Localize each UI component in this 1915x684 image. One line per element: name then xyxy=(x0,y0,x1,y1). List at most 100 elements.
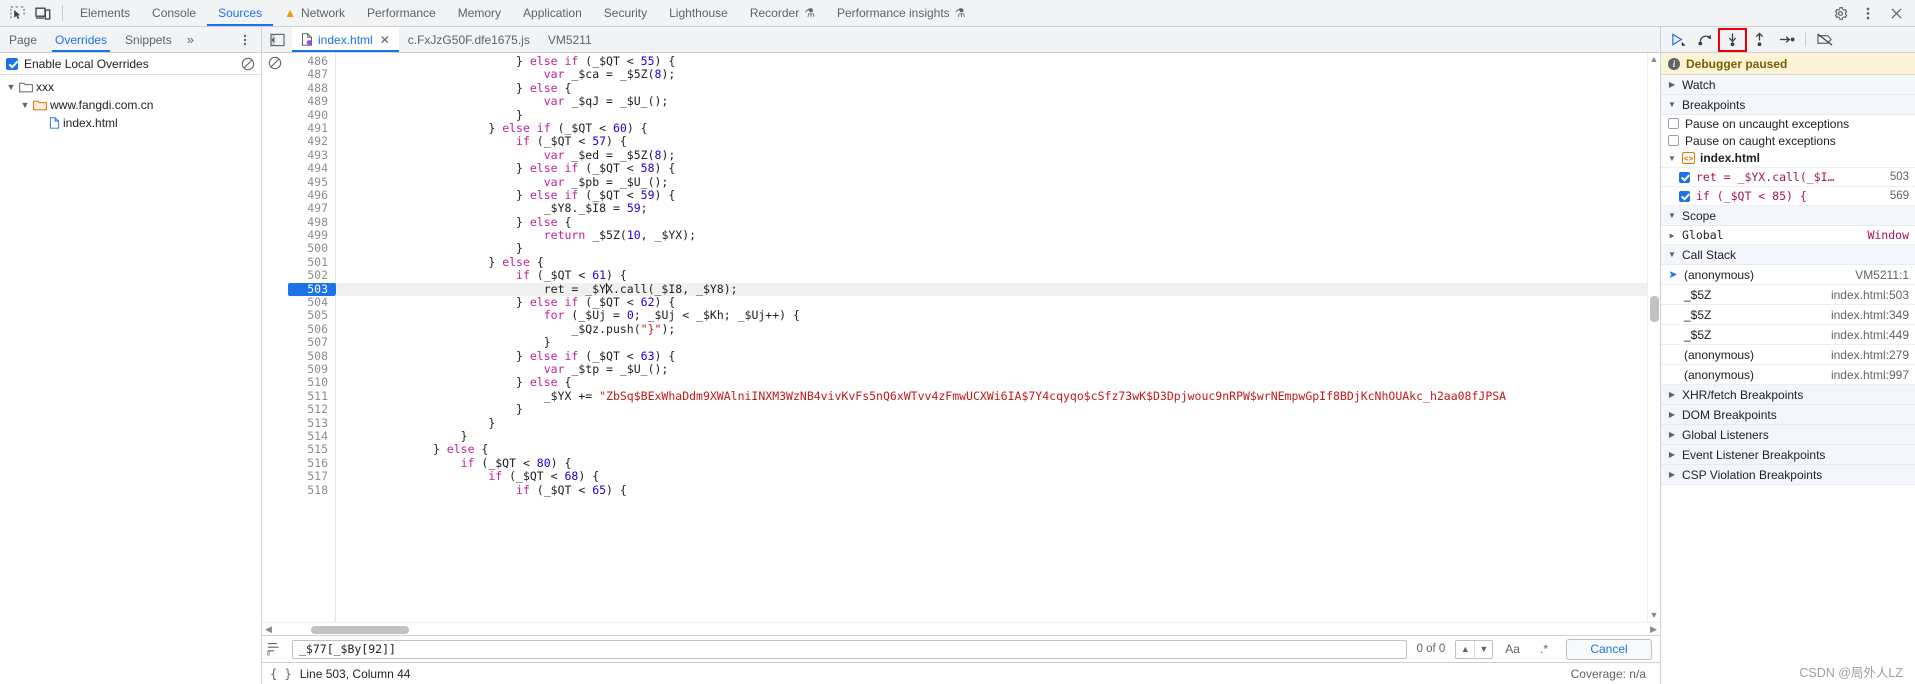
three-dots-vertical-icon[interactable] xyxy=(1855,1,1881,25)
code-content[interactable]: } else if (_$QT < 55) { var _$ca = _$5Z(… xyxy=(336,53,1647,622)
code-line[interactable]: } else { xyxy=(336,81,1647,95)
code-line[interactable]: var _$tp = _$U_(); xyxy=(336,362,1647,376)
no-entry-icon[interactable] xyxy=(268,56,282,622)
code-line[interactable]: } xyxy=(336,416,1647,430)
search-input[interactable] xyxy=(292,639,1407,659)
line-number[interactable]: 496 xyxy=(288,188,335,202)
clear-overrides-icon[interactable] xyxy=(241,57,255,71)
tree-node-www-fangdi[interactable]: ▼ www.fangdi.com.cn xyxy=(0,96,261,114)
nav-tab-snippets[interactable]: Snippets xyxy=(116,27,181,52)
nav-tab-page[interactable]: Page xyxy=(0,27,46,52)
code-line[interactable]: if (_$QT < 65) { xyxy=(336,483,1647,497)
line-number[interactable]: 515 xyxy=(288,442,335,456)
gear-icon[interactable] xyxy=(1827,1,1853,25)
code-line[interactable]: } xyxy=(336,336,1647,349)
tab-memory[interactable]: Memory xyxy=(447,0,512,26)
line-number[interactable]: 491 xyxy=(288,121,335,135)
scroll-down-arrow-icon[interactable]: ▼ xyxy=(1648,609,1660,622)
tab-network[interactable]: ▲ Network xyxy=(273,0,356,26)
step-over-icon[interactable] xyxy=(1692,29,1719,51)
cancel-button[interactable]: Cancel xyxy=(1566,638,1652,660)
breakpoint-gutter[interactable] xyxy=(262,53,288,622)
section-watch[interactable]: ▶ Watch xyxy=(1661,75,1915,95)
show-navigator-icon[interactable] xyxy=(262,27,292,52)
triangle-right-icon[interactable]: ▶ xyxy=(1667,80,1677,89)
editor-tab-index-html[interactable]: index.html ✕ xyxy=(292,27,399,52)
code-line[interactable]: _$Y8._$I8 = 59; xyxy=(336,202,1647,215)
triangle-down-icon[interactable]: ▼ xyxy=(1667,154,1677,163)
line-number[interactable]: 500 xyxy=(288,242,335,256)
tab-sources[interactable]: Sources xyxy=(207,0,274,26)
code-line[interactable]: } xyxy=(336,108,1647,122)
line-number[interactable]: 516 xyxy=(288,456,335,470)
triangle-down-icon[interactable]: ▼ xyxy=(1667,250,1677,259)
tab-security[interactable]: Security xyxy=(593,0,658,26)
section-scope[interactable]: ▼ Scope xyxy=(1661,206,1915,226)
section-global-listeners[interactable]: ▶ Global Listeners xyxy=(1661,425,1915,445)
line-number[interactable]: 511 xyxy=(288,389,335,403)
line-number[interactable]: 487 xyxy=(288,67,335,81)
code-line[interactable]: var _$ca = _$5Z(8); xyxy=(336,68,1647,81)
pretty-print-icon[interactable]: { } xyxy=(270,667,292,681)
tree-node-xxx[interactable]: ▼ xxx xyxy=(0,78,261,96)
section-csp-violation-breakpoints[interactable]: ▶ CSP Violation Breakpoints xyxy=(1661,465,1915,485)
line-number[interactable]: 518 xyxy=(288,483,335,497)
editor-tab-js-bundle[interactable]: c.FxJzG50F.dfe1675.js xyxy=(399,27,539,52)
call-stack-frame[interactable]: _$5Z index.html:503 xyxy=(1661,285,1915,305)
match-case-toggle[interactable]: Aa xyxy=(1497,642,1528,656)
triangle-down-icon[interactable]: ▼ xyxy=(1667,100,1677,109)
code-line[interactable]: return _$5Z(10, _$YX); xyxy=(336,228,1647,242)
code-line[interactable]: } else { xyxy=(336,215,1647,229)
triangle-down-icon[interactable]: ▼ xyxy=(1667,211,1677,220)
line-number[interactable]: 497 xyxy=(288,201,335,215)
line-number[interactable]: 512 xyxy=(288,402,335,416)
device-toolbar-icon[interactable] xyxy=(30,1,56,25)
code-line[interactable]: } else { xyxy=(336,443,1647,456)
code-line[interactable]: } else if (_$QT < 55) { xyxy=(336,54,1647,68)
breakpoint-row[interactable]: ret = _$YX.call(_$I… 503 xyxy=(1661,168,1915,187)
line-number[interactable]: 493 xyxy=(288,148,335,162)
call-stack-frame[interactable]: _$5Z index.html:449 xyxy=(1661,325,1915,345)
line-number[interactable]: 507 xyxy=(288,335,335,349)
breakpoint-checkbox[interactable] xyxy=(1679,190,1690,202)
pause-caught-checkbox[interactable] xyxy=(1668,135,1679,146)
line-number[interactable]: 509 xyxy=(288,362,335,376)
code-line[interactable]: ret = _$YX.call(_$I8, _$Y8); xyxy=(336,282,1647,297)
call-stack-frame[interactable]: (anonymous) index.html:997 xyxy=(1661,365,1915,385)
section-event-listener-breakpoints[interactable]: ▶ Event Listener Breakpoints xyxy=(1661,445,1915,465)
scroll-left-arrow-icon[interactable]: ◀ xyxy=(262,624,275,635)
code-line[interactable]: } else if (_$QT < 62) { xyxy=(336,295,1647,309)
call-stack-frame[interactable]: _$5Z index.html:349 xyxy=(1661,305,1915,325)
line-number[interactable]: 488 xyxy=(288,81,335,95)
triangle-right-icon[interactable]: ▶ xyxy=(1667,470,1677,479)
step-icon[interactable] xyxy=(1773,29,1800,51)
code-line[interactable]: } else { xyxy=(336,255,1647,269)
line-number[interactable]: 492 xyxy=(288,134,335,148)
line-number[interactable]: 517 xyxy=(288,469,335,483)
search-prev-button[interactable]: ▲ xyxy=(1456,641,1474,658)
code-line[interactable]: } else if (_$QT < 60) { xyxy=(336,121,1647,135)
close-icon[interactable] xyxy=(1883,1,1909,25)
line-number[interactable]: 514 xyxy=(288,429,335,443)
breakpoint-row[interactable]: if (_$QT < 85) { 569 xyxy=(1661,187,1915,206)
line-number[interactable]: 494 xyxy=(288,161,335,175)
deactivate-breakpoints-icon[interactable] xyxy=(1811,29,1838,51)
code-line[interactable]: var _$ed = _$5Z(8); xyxy=(336,148,1647,162)
enable-overrides-checkbox[interactable] xyxy=(6,57,18,70)
scope-row-global[interactable]: ▶ Global Window xyxy=(1661,226,1915,245)
horizontal-scroll-track[interactable] xyxy=(275,625,1647,634)
inspect-cursor-icon[interactable] xyxy=(4,1,30,25)
breakpoint-checkbox[interactable] xyxy=(1679,171,1690,183)
vertical-scroll-track[interactable] xyxy=(1648,66,1660,609)
code-line[interactable]: if (_$QT < 68) { xyxy=(336,469,1647,483)
line-number[interactable]: 490 xyxy=(288,108,335,122)
call-stack-frame[interactable]: (anonymous) index.html:279 xyxy=(1661,345,1915,365)
code-line[interactable]: } xyxy=(336,242,1647,255)
triangle-down-icon[interactable]: ▼ xyxy=(6,82,16,92)
close-icon[interactable]: ✕ xyxy=(380,33,390,47)
section-dom-breakpoints[interactable]: ▶ DOM Breakpoints xyxy=(1661,405,1915,425)
code-line[interactable]: _$Qz.push("}"); xyxy=(336,322,1647,336)
code-line[interactable]: } else { xyxy=(336,376,1647,389)
line-number[interactable]: 508 xyxy=(288,349,335,363)
step-out-icon[interactable] xyxy=(1746,29,1773,51)
